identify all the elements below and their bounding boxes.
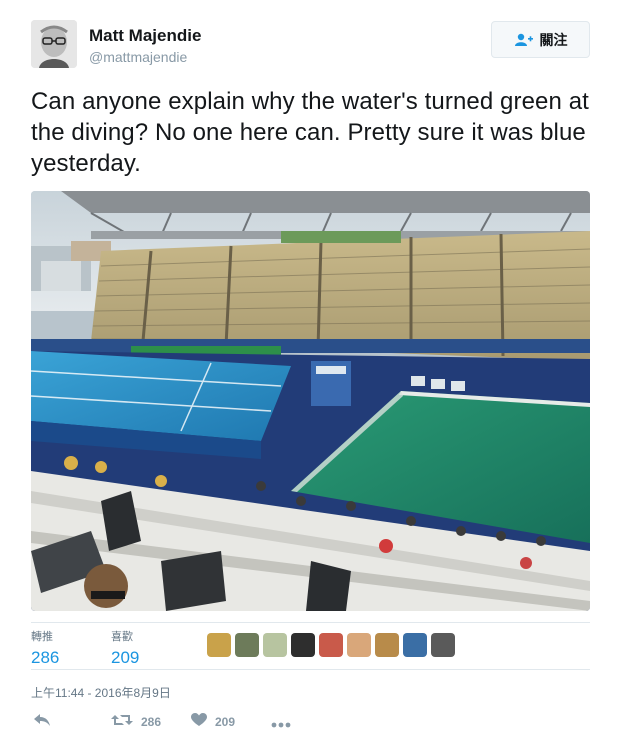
liker-avatar[interactable] xyxy=(291,633,315,657)
retweet-button[interactable]: 286 xyxy=(111,713,161,730)
liker-avatars xyxy=(207,633,455,657)
retweet-action-count: 286 xyxy=(141,714,162,729)
liker-avatar[interactable] xyxy=(207,633,231,657)
user-handle[interactable]: @mattmajendie xyxy=(89,49,187,65)
liker-avatar[interactable] xyxy=(403,633,427,657)
liker-avatar[interactable] xyxy=(319,633,343,657)
tweet-header: Matt Majendie @mattmajendie 關注 xyxy=(31,20,591,70)
tweet-photo[interactable] xyxy=(31,191,590,611)
retweets-label: 轉推 xyxy=(31,631,53,643)
retweet-icon xyxy=(111,713,133,730)
engagement-stats: 轉推 286 喜歡 209 xyxy=(31,622,590,670)
liker-avatar[interactable] xyxy=(431,633,455,657)
avatar[interactable] xyxy=(31,20,77,68)
retweets-stat[interactable]: 轉推 286 xyxy=(31,628,59,668)
more-button[interactable] xyxy=(271,717,291,731)
likes-label: 喜歡 xyxy=(111,631,133,643)
reply-icon xyxy=(33,713,51,730)
likes-count: 209 xyxy=(111,648,140,667)
more-icon xyxy=(271,717,291,731)
tweet-timestamp[interactable]: 上午11:44 - 2016年8月9日 xyxy=(31,684,171,701)
follow-button[interactable]: 關注 xyxy=(491,21,590,58)
liker-avatar[interactable] xyxy=(375,633,399,657)
reply-button[interactable] xyxy=(33,713,51,730)
add-user-icon xyxy=(514,33,534,47)
liker-avatar[interactable] xyxy=(263,633,287,657)
follow-button-label: 關注 xyxy=(539,31,568,48)
liker-avatar[interactable] xyxy=(347,633,371,657)
tweet-text: Can anyone explain why the water's turne… xyxy=(31,88,589,177)
liker-avatar[interactable] xyxy=(235,633,259,657)
display-name[interactable]: Matt Majendie xyxy=(89,26,201,46)
like-button[interactable]: 209 xyxy=(191,713,235,730)
heart-icon xyxy=(191,713,207,730)
like-action-count: 209 xyxy=(215,714,236,729)
retweets-count: 286 xyxy=(31,648,60,667)
likes-stat[interactable]: 喜歡 209 xyxy=(111,628,139,668)
tweet-actions: 286 209 xyxy=(31,713,331,733)
